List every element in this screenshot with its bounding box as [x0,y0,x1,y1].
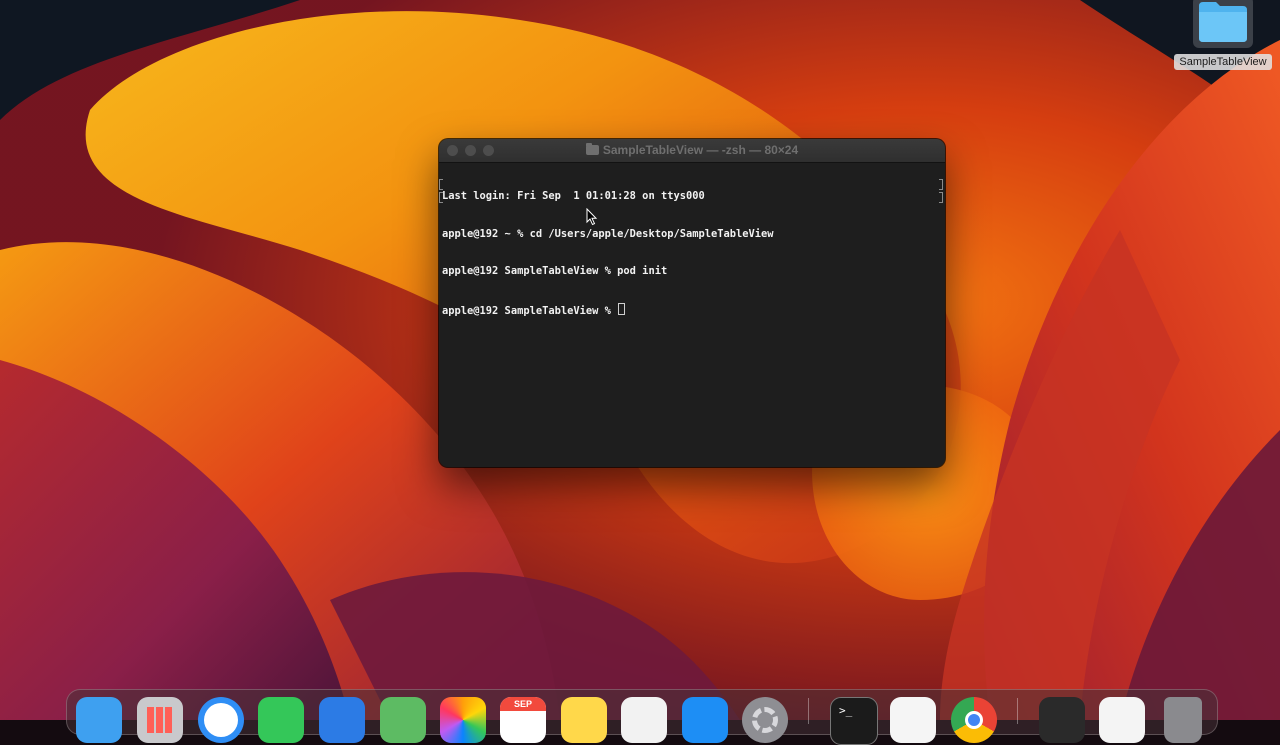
dock-app-maps[interactable] [380,697,426,743]
chrome-center [965,711,983,729]
maps-icon [380,697,426,743]
dock-app-safari[interactable] [198,697,244,743]
messages-icon [258,697,304,743]
launchpad-grid [147,707,173,733]
window-title-text: SampleTableView — -zsh — 80×24 [602,143,799,157]
dock-separator [1017,698,1018,724]
calendar-icon: SEP [500,697,546,743]
freeform-icon [621,697,667,743]
terminal-line: Last login: Fri Sep 1 01:01:28 on ttys00… [442,190,705,202]
dock-app-textedit[interactable] [890,697,936,743]
document-thumbnail-icon [1099,697,1145,743]
dock-app-finder[interactable] [76,697,122,743]
desktop-folder-sampletableview[interactable]: SampleTableView [1172,0,1274,72]
mouse-pointer-icon [586,208,598,226]
photos-icon [440,697,486,743]
terminal-prompt-glyph: >_ [839,704,853,717]
finder-icon [76,697,122,743]
folder-icon [585,143,599,155]
mark-bracket-icon [939,179,943,190]
folder-icon [1199,2,1247,42]
dock-separator [808,698,809,724]
dock-app-freeform[interactable] [621,697,667,743]
gear-teeth [752,707,778,733]
terminal-output[interactable]: Last login: Fri Sep 1 01:01:28 on ttys00… [442,165,942,463]
mark-bracket-icon [439,179,443,190]
terminal-icon: >_ [831,698,877,744]
dock-app-window-preview-1[interactable] [1039,697,1085,743]
dock-app-calendar[interactable]: SEP [500,697,546,743]
notes-icon [561,697,607,743]
safari-compass [204,703,238,737]
dock-app-window-preview-2[interactable] [1099,697,1145,743]
dock-app-launchpad[interactable] [137,697,183,743]
mail-icon [319,697,365,743]
safari-icon [198,697,244,743]
terminal-line: apple@192 SampleTableView % pod init [442,265,668,277]
dock-app-mail[interactable] [319,697,365,743]
terminal-titlebar[interactable]: SampleTableView — -zsh — 80×24 [439,139,945,163]
mark-bracket-icon [939,192,943,203]
window-thumbnail-icon [1039,697,1085,743]
mark-bracket-icon [439,192,443,203]
textedit-icon [890,697,936,743]
terminal-prompt: apple@192 SampleTableView % [442,304,618,317]
chrome-icon [951,697,997,743]
calendar-month: SEP [513,699,532,709]
trash-icon [1164,697,1202,743]
terminal-prompt-line: apple@192 SampleTableView % [442,302,942,317]
text-cursor [618,302,626,315]
launchpad-icon [137,697,183,743]
dock-app-terminal[interactable]: >_ [830,697,878,745]
terminal-window[interactable]: SampleTableView — -zsh — 80×24 Last logi… [439,139,945,467]
dock-app-messages[interactable] [258,697,304,743]
dock-app-app-store[interactable] [682,697,728,743]
terminal-line: apple@192 ~ % cd /Users/apple/Desktop/Sa… [442,227,774,240]
app-store-icon [682,697,728,743]
folder-label: SampleTableView [1174,54,1272,70]
window-title: SampleTableView — -zsh — 80×24 [439,139,945,162]
dock-app-trash[interactable] [1164,697,1202,743]
gear-icon [742,697,788,743]
dock-app-notes[interactable] [561,697,607,743]
dock-app-photos[interactable] [440,697,486,743]
dock-app-google-chrome[interactable] [951,697,997,743]
dock-app-system-settings[interactable] [742,697,788,743]
